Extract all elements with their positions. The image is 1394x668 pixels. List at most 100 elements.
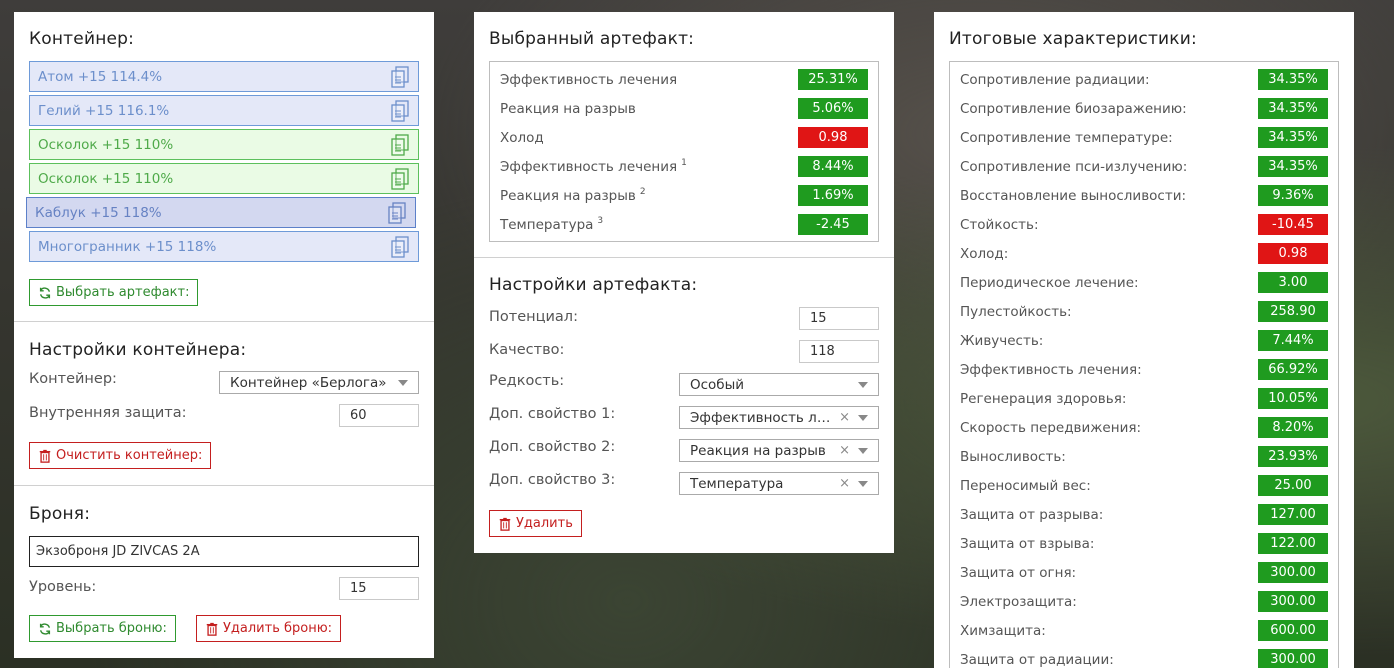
container-slot-2[interactable]: Гелий +15 116.1% [29, 95, 419, 126]
artifact-stats: Эффективность лечения 25.31% Реакция на … [489, 61, 879, 242]
stat-name: Эффективность лечения 1 [500, 158, 687, 175]
clear-container-button[interactable]: Очистить контейнер: [29, 442, 212, 469]
total-stat-row: Сопротивление радиации: 34.35% [960, 69, 1328, 90]
stat-value: 23.93% [1258, 446, 1328, 467]
extra3-select[interactable]: Температура × [679, 472, 879, 495]
total-stat-row: Скорость передвижения: 8.20% [960, 417, 1328, 438]
choose-armor-button[interactable]: Выбрать броню: [29, 615, 176, 642]
container-select[interactable]: Контейнер «Берлога» [219, 371, 419, 394]
potential-input[interactable]: 15 [799, 307, 879, 330]
container-slot-5[interactable]: Каблук +15 118% [26, 197, 416, 228]
refresh-icon [39, 622, 51, 635]
stat-name: Холод: [960, 245, 1009, 262]
trash-icon [499, 517, 511, 531]
clear-icon[interactable]: × [839, 443, 850, 458]
armor-input[interactable]: Экзоброня JD ZIVCAS 2A [29, 536, 419, 567]
stat-value: 0.98 [1258, 243, 1328, 264]
choose-artifact-button[interactable]: Выбрать артефакт: [29, 279, 199, 306]
container-slot-4[interactable]: Осколок +15 110% [29, 163, 419, 194]
inner-protection-input[interactable]: 60 [339, 404, 419, 427]
level-value: 15 [350, 581, 367, 596]
stat-value: 127.00 [1258, 504, 1328, 525]
total-stat-row: Восстановление выносливости: 9.36% [960, 185, 1328, 206]
total-stat-row: Защита от огня: 300.00 [960, 562, 1328, 583]
stat-value: 34.35% [1258, 69, 1328, 90]
stat-name: Выносливость: [960, 448, 1066, 465]
clear-icon[interactable]: × [839, 476, 850, 491]
clear-container-label: Очистить контейнер: [56, 448, 203, 463]
copy-icon[interactable] [390, 133, 410, 156]
slot-label: Осколок +15 110% [38, 170, 174, 187]
choose-armor-label: Выбрать броню: [56, 621, 167, 636]
total-stat-row: Эффективность лечения: 66.92% [960, 359, 1328, 380]
inner-protection-label: Внутренняя защита: [29, 405, 187, 421]
potential-value: 15 [810, 311, 827, 326]
copy-icon[interactable] [390, 99, 410, 122]
artifact-stat-row: Эффективность лечения 1 8.44% [500, 156, 868, 177]
caret-down-icon [398, 379, 408, 386]
stat-value: 300.00 [1258, 649, 1328, 668]
extra2-select[interactable]: Реакция на разрыв × [679, 439, 879, 462]
copy-icon[interactable] [390, 65, 410, 88]
quality-label: Качество: [489, 342, 565, 358]
caret-down-icon [858, 381, 868, 388]
stat-value: 300.00 [1258, 562, 1328, 583]
stat-value: 600.00 [1258, 620, 1328, 641]
stat-name: Защита от радиации: [960, 651, 1114, 668]
trash-icon [39, 449, 51, 463]
slot-label: Атом +15 114.4% [38, 68, 163, 85]
stat-value: 5.06% [798, 98, 868, 119]
stat-name: Защита от разрыва: [960, 506, 1104, 523]
artifact-stat-row: Реакция на разрыв 5.06% [500, 98, 868, 119]
potential-label: Потенциал: [489, 309, 578, 325]
container-title: Контейнер: [29, 29, 135, 49]
rarity-label: Редкость: [489, 373, 565, 389]
stat-value: 122.00 [1258, 533, 1328, 554]
stat-name: Защита от огня: [960, 564, 1077, 581]
stat-value: 0.98 [798, 127, 868, 148]
total-stat-row: Регенерация здоровья: 10.05% [960, 388, 1328, 409]
container-slot-1[interactable]: Атом +15 114.4% [29, 61, 419, 92]
stat-name: Сопротивление температуре: [960, 129, 1173, 146]
totals-title: Итоговые характеристики: [949, 29, 1197, 49]
stat-value: 34.35% [1258, 156, 1328, 177]
armor-title: Броня: [29, 504, 91, 524]
delete-artifact-button[interactable]: Удалить [489, 510, 582, 537]
caret-down-icon [858, 480, 868, 487]
quality-value: 118 [810, 344, 835, 359]
rarity-select[interactable]: Особый [679, 373, 879, 396]
container-select-value: Контейнер «Берлога» [230, 374, 387, 391]
delete-armor-button[interactable]: Удалить броню: [196, 615, 342, 642]
container-slot-3[interactable]: Осколок +15 110% [29, 129, 419, 160]
refresh-icon [39, 286, 51, 299]
level-input[interactable]: 15 [339, 577, 419, 600]
stat-value: 8.20% [1258, 417, 1328, 438]
clear-icon[interactable]: × [839, 410, 850, 425]
total-stat-row: Защита от взрыва: 122.00 [960, 533, 1328, 554]
container-slot-6[interactable]: Многогранник +15 118% [29, 231, 419, 262]
slot-label: Осколок +15 110% [38, 136, 174, 153]
artifact-settings-title: Настройки артефакта: [489, 275, 698, 295]
copy-icon[interactable] [387, 201, 407, 224]
quality-input[interactable]: 118 [799, 340, 879, 363]
slot-label: Каблук +15 118% [35, 204, 162, 221]
stat-name: Стойкость: [960, 216, 1039, 233]
stat-name: Регенерация здоровья: [960, 390, 1127, 407]
divider [14, 485, 434, 486]
stat-value: 34.35% [1258, 127, 1328, 148]
totals-stats: Сопротивление радиации: 34.35% Сопротивлен… [949, 61, 1339, 668]
caret-down-icon [858, 447, 868, 454]
total-stat-row: Сопротивление биозаражению: 34.35% [960, 98, 1328, 119]
stat-name: Температура 3 [500, 216, 604, 233]
divider [14, 321, 434, 322]
stat-name: Эффективность лечения: [960, 361, 1142, 378]
level-label: Уровень: [29, 579, 97, 595]
copy-icon[interactable] [390, 235, 410, 258]
stat-value: -2.45 [798, 214, 868, 235]
extra1-select[interactable]: Эффективность лечения × [679, 406, 879, 429]
armor-value: Экзоброня JD ZIVCAS 2A [36, 544, 200, 559]
total-stat-row: Электрозащита: 300.00 [960, 591, 1328, 612]
stat-name: Электрозащита: [960, 593, 1077, 610]
copy-icon[interactable] [390, 167, 410, 190]
stat-name: Живучесть: [960, 332, 1044, 349]
